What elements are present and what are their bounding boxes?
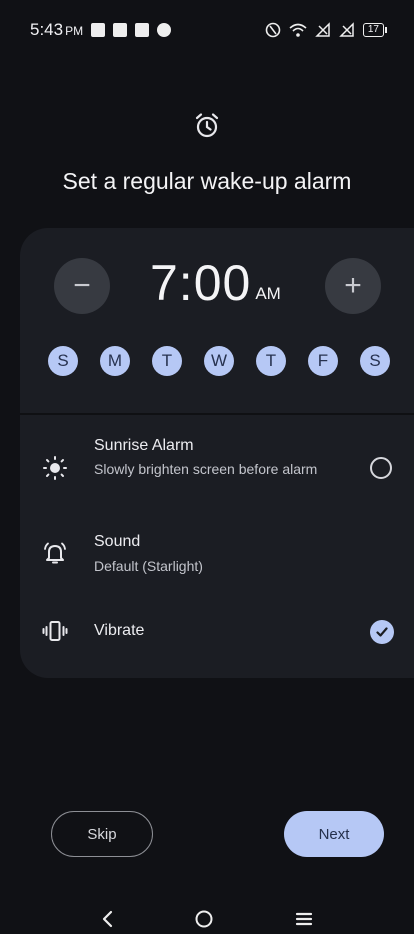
status-time-value: 5:43 bbox=[30, 20, 64, 39]
signal-off-icon bbox=[315, 22, 330, 37]
next-button[interactable]: Next bbox=[284, 811, 384, 857]
status-bar: 5:43 PM 17 bbox=[0, 0, 414, 60]
day-toggle-saturday[interactable]: S bbox=[360, 346, 390, 376]
status-bar-left: 5:43 PM bbox=[30, 20, 172, 40]
notification-alert-icon bbox=[91, 23, 106, 37]
vibrate-icon bbox=[42, 621, 68, 641]
vibrate-checkbox[interactable] bbox=[370, 620, 394, 644]
day-toggle-monday[interactable]: M bbox=[100, 346, 130, 376]
sound-subtitle: Default (Starlight) bbox=[94, 558, 203, 574]
system-navigation-bar bbox=[0, 904, 414, 934]
bell-icon bbox=[44, 542, 66, 564]
vibrate-title: Vibrate bbox=[94, 622, 145, 639]
notification-alert-icon-2 bbox=[135, 23, 150, 37]
status-time: 5:43 PM bbox=[30, 20, 83, 40]
day-toggle-sunday[interactable]: S bbox=[48, 346, 78, 376]
sunrise-alarm-subtitle: Slowly brighten screen before alarm bbox=[94, 461, 318, 477]
check-icon bbox=[376, 627, 388, 637]
sunrise-alarm-title: Sunrise Alarm bbox=[94, 437, 194, 454]
notification-clipboard-icon bbox=[113, 23, 128, 37]
battery-icon: 17 bbox=[362, 23, 388, 37]
day-selector: S M T W T F S bbox=[48, 346, 390, 376]
wifi-icon bbox=[289, 23, 307, 37]
status-time-ampm: PM bbox=[65, 24, 84, 38]
card-divider bbox=[20, 413, 414, 415]
vibrate-option[interactable]: Vibrate bbox=[20, 616, 414, 646]
day-toggle-thursday[interactable]: T bbox=[256, 346, 286, 376]
alarm-time: 7:00 bbox=[150, 255, 252, 311]
day-toggle-friday[interactable]: F bbox=[308, 346, 338, 376]
sound-option[interactable]: Sound Default (Starlight) bbox=[20, 528, 414, 578]
signal-off-icon-2 bbox=[339, 22, 354, 37]
alarm-time-display[interactable]: 7:00 AM bbox=[150, 250, 281, 316]
sunrise-alarm-option[interactable]: Sunrise Alarm Slowly brighten screen bef… bbox=[20, 433, 414, 503]
alarm-clock-icon bbox=[195, 113, 219, 138]
sound-title: Sound bbox=[94, 533, 141, 550]
account-icon bbox=[157, 23, 172, 37]
day-toggle-tuesday[interactable]: T bbox=[152, 346, 182, 376]
page-title: Set a regular wake-up alarm bbox=[62, 168, 352, 194]
sunrise-icon bbox=[43, 456, 67, 480]
status-bar-right: 17 bbox=[265, 22, 388, 38]
sunrise-alarm-radio[interactable] bbox=[370, 457, 392, 479]
increase-time-button[interactable]: + bbox=[325, 258, 381, 314]
alarm-settings-card: − 7:00 AM + S M T W T F S Sunrise Alarm … bbox=[20, 228, 414, 678]
skip-button[interactable]: Skip bbox=[51, 811, 153, 857]
nfc-icon bbox=[265, 22, 281, 38]
home-icon[interactable] bbox=[194, 909, 214, 929]
time-picker: − 7:00 AM + bbox=[20, 250, 414, 320]
day-toggle-wednesday[interactable]: W bbox=[204, 346, 234, 376]
back-icon[interactable] bbox=[100, 909, 114, 929]
decrease-time-button[interactable]: − bbox=[54, 258, 110, 314]
recents-menu-icon[interactable] bbox=[294, 909, 314, 929]
alarm-ampm: AM bbox=[255, 284, 281, 303]
